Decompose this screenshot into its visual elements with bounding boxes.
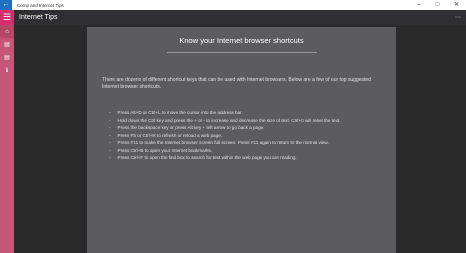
- main-content: Know your Internet browser shortcuts The…: [14, 25, 466, 253]
- content-heading: Know your Internet browser shortcuts: [179, 36, 304, 45]
- list-icon[interactable]: ▤: [0, 38, 14, 51]
- tip-item: Press Alt+D or Ctrl+L to move the cursor…: [109, 109, 386, 117]
- window-controls: – □ ✕: [409, 0, 466, 10]
- content-card: Know your Internet browser shortcuts The…: [87, 27, 396, 253]
- more-options-icon[interactable]: ⋯: [450, 14, 466, 21]
- window-title: Comp and Internet Tips: [17, 2, 64, 8]
- intro-paragraph: There are dozens of different shortcut k…: [102, 77, 371, 90]
- app-bar: ☰ Internet Tips ⋯: [0, 10, 466, 25]
- tips-list: Press Alt+D or Ctrl+L to move the cursor…: [109, 109, 386, 162]
- app-window: ← Comp and Internet Tips – □ ✕ ☰ Interne…: [0, 0, 466, 253]
- minimize-button[interactable]: –: [409, 0, 428, 10]
- tip-item: Press the backspace key or press Alt key…: [109, 124, 386, 132]
- close-button[interactable]: ✕: [447, 0, 466, 10]
- home-icon[interactable]: ⌂: [0, 25, 14, 38]
- heading-divider: [166, 52, 317, 53]
- tip-item: Press F11 to make the Internet browser s…: [109, 139, 386, 147]
- tip-item: Press Ctrl+F to open the find box to sea…: [109, 154, 386, 162]
- tip-item: Press F5 or Ctrl+R to refresh or reload …: [109, 132, 386, 140]
- info-icon[interactable]: ℹ: [0, 64, 14, 77]
- sidebar: ⌂ ▤ ▤ ℹ: [0, 25, 14, 253]
- list-alt-icon[interactable]: ▤: [0, 51, 14, 64]
- page-title: Internet Tips: [19, 14, 58, 21]
- hamburger-menu-icon[interactable]: ☰: [0, 10, 14, 25]
- maximize-button[interactable]: □: [428, 0, 447, 10]
- back-button[interactable]: ←: [0, 0, 12, 10]
- tip-item: Press Ctrl+B to open your Internet bookm…: [109, 147, 386, 155]
- tip-item: Hold down the Ctrl key and press the + o…: [109, 117, 386, 125]
- title-bar: ← Comp and Internet Tips – □ ✕: [0, 0, 466, 10]
